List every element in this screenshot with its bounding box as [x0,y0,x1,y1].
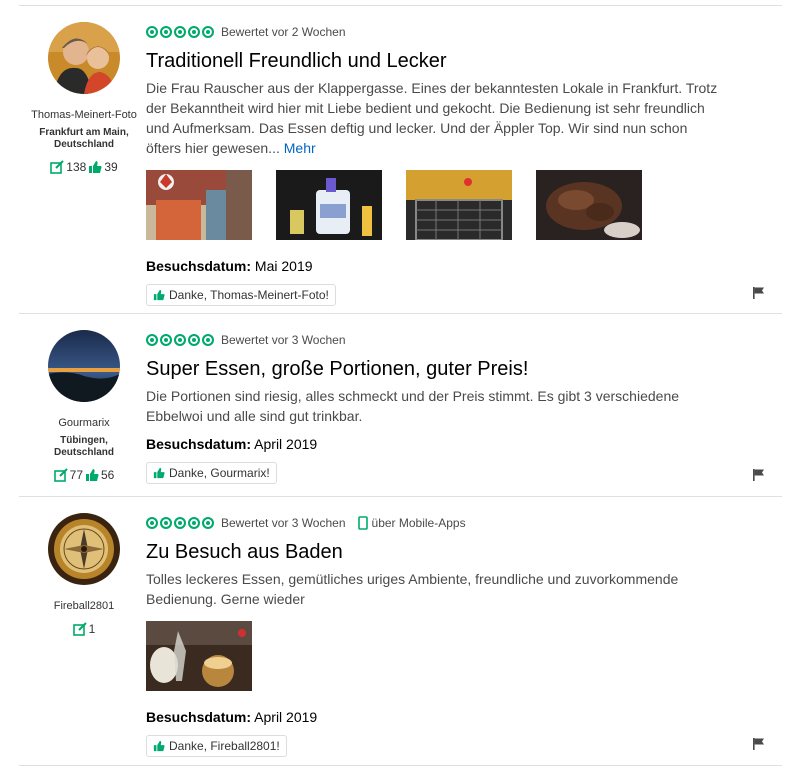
rating-bubble-icon [188,517,200,529]
review-date: Bewertet vor 3 Wochen [221,333,346,347]
rating-bubble-icon [174,334,186,346]
review-photo[interactable] [146,621,252,691]
review-body: Tolles leckeres Essen, gemütliches urige… [146,571,679,607]
flag-icon[interactable] [752,468,766,482]
thumbs-up-icon [153,740,165,752]
review-divider [19,496,782,497]
rating-bubble-icon [146,334,158,346]
rating-bubble-icon [160,26,172,38]
review-count: 1 [88,622,96,636]
bubble-rating [146,517,214,529]
review-count: 138 [66,160,87,174]
rating-bubble-icon [188,26,200,38]
thumbs-up-icon [86,469,99,481]
visit-date: Besuchsdatum: Mai 2019 [146,258,313,274]
thank-button[interactable]: Danke, Gourmarix! [146,462,277,484]
review-divider [19,765,782,766]
rating-row: Bewertet vor 3 Wochen [146,330,746,350]
review-title[interactable]: Super Essen, große Portionen, guter Prei… [146,357,746,381]
more-link[interactable]: Mehr [284,140,316,156]
review-title[interactable]: Zu Besuch aus Baden [146,540,746,564]
thank-button[interactable]: Danke, Fireball2801! [146,735,287,757]
review-count-icon [72,622,87,636]
review-photo[interactable] [276,170,382,240]
review-content: Bewertet vor 2 Wochen Traditionell Freun… [146,22,746,306]
rating-bubble-icon [202,26,214,38]
rating-bubble-icon [202,334,214,346]
rating-row: Bewertet vor 2 Wochen [146,22,746,42]
rating-row: Bewertet vor 3 Wochen über Mobile-Apps [146,513,746,533]
review-divider [19,313,782,314]
rating-bubble-icon [160,334,172,346]
review-photo[interactable] [406,170,512,240]
rating-bubble-icon [146,517,158,529]
review-date: Bewertet vor 2 Wochen [221,25,346,39]
helpful-count: 39 [104,160,118,174]
visit-date: Besuchsdatum: April 2019 [146,709,318,725]
helpful-count: 56 [101,468,115,482]
rating-bubble-icon [174,26,186,38]
rating-bubble-icon [174,517,186,529]
thumbs-up-icon [153,289,165,301]
avatar[interactable] [48,22,120,94]
review-photos [146,621,746,691]
thumbs-up-icon [89,161,102,173]
review-date: Bewertet vor 3 Wochen [221,516,346,530]
review-photo[interactable] [536,170,642,240]
avatar[interactable] [48,513,120,585]
rating-bubble-icon [202,517,214,529]
flag-icon[interactable] [752,286,766,300]
bubble-rating [146,26,214,38]
avatar[interactable] [48,330,120,402]
review-content: Bewertet vor 3 Wochen über Mobile-Apps Z… [146,513,746,757]
bubble-rating [146,334,214,346]
review-count-icon [53,468,68,482]
review-title[interactable]: Traditionell Freundlich und Lecker [146,49,746,73]
mobile-phone-icon [357,516,368,530]
review-photo[interactable] [146,170,252,240]
review-content: Bewertet vor 3 Wochen Super Essen, große… [146,330,746,484]
review-divider [19,5,782,6]
rating-bubble-icon [160,517,172,529]
flag-icon[interactable] [752,737,766,751]
review-photos [146,170,746,240]
review-count: 77 [69,468,83,482]
rating-bubble-icon [146,26,158,38]
thumbs-up-icon [153,467,165,479]
rating-bubble-icon [188,334,200,346]
thank-button[interactable]: Danke, Thomas-Meinert-Foto! [146,284,336,306]
review-body: Die Frau Rauscher aus der Klappergasse. … [146,80,718,156]
mobile-app-note: über Mobile-Apps [357,516,466,530]
visit-date: Besuchsdatum: April 2019 [146,436,318,452]
review-count-icon [50,160,65,174]
review-body: Die Portionen sind riesig, alles schmeck… [146,388,680,424]
